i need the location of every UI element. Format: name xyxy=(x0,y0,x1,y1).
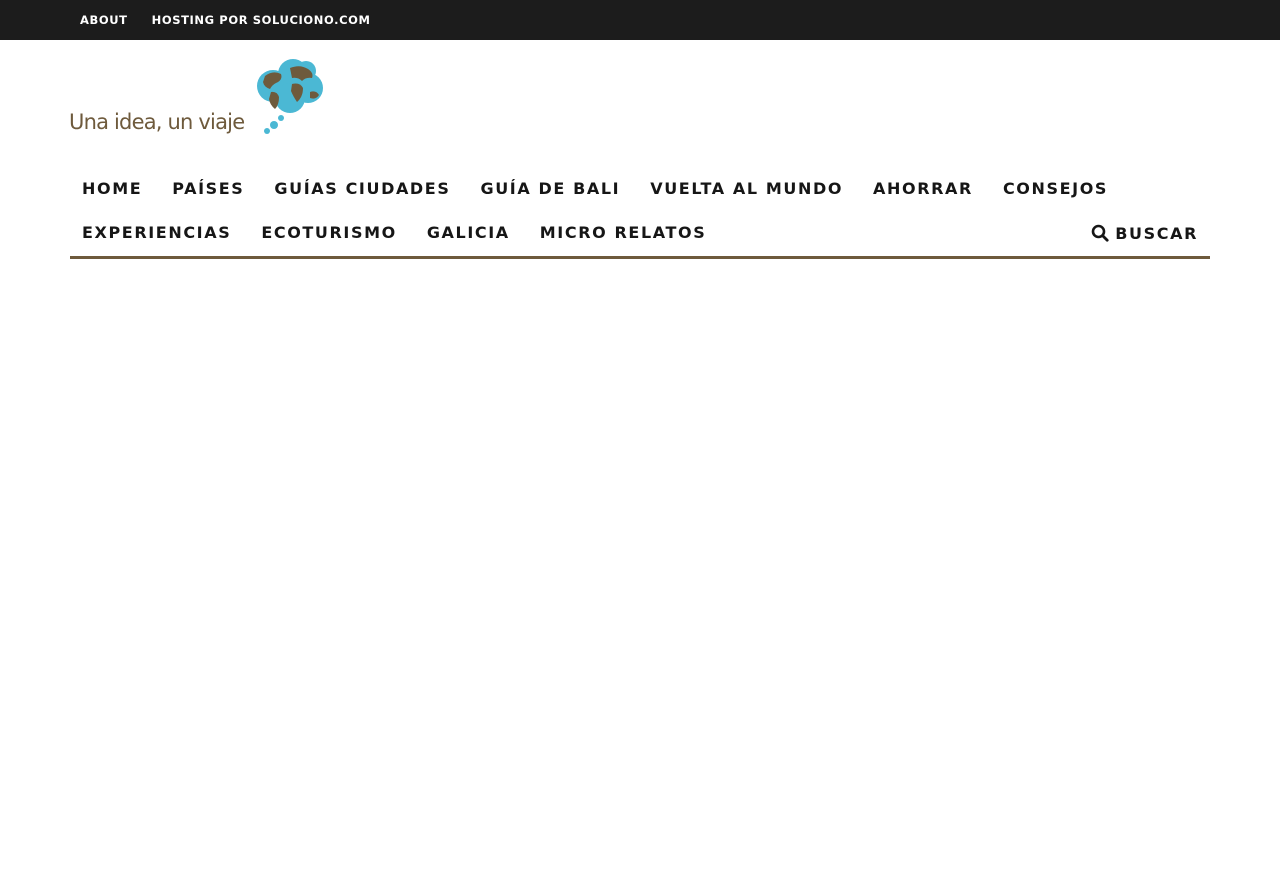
nav-item-consejos[interactable]: CONSEJOS xyxy=(991,167,1120,211)
logo-text: Una idea, un viaje xyxy=(69,110,245,134)
search-label: BUSCAR xyxy=(1115,223,1198,243)
nav-row-2: EXPERIENCIAS ECOTURISMO GALICIA MICRO RE… xyxy=(70,211,724,255)
nav-item-guia-de-bali[interactable]: GUÍA DE BALI xyxy=(468,167,632,211)
main-navigation: HOME PAÍSES GUÍAS CIUDADES GUÍA DE BALI … xyxy=(70,167,1210,256)
nav-item-ecoturismo[interactable]: ECOTURISMO xyxy=(249,211,409,255)
nav-item-vuelta-al-mundo[interactable]: VUELTA AL MUNDO xyxy=(638,167,855,211)
top-links: ABOUT HOSTING POR SOLUCIONO.COM xyxy=(80,0,395,40)
site-logo[interactable]: Una idea, un viaje xyxy=(68,58,328,146)
nav-item-home[interactable]: HOME xyxy=(70,167,154,211)
top-bar: ABOUT HOSTING POR SOLUCIONO.COM xyxy=(0,0,1280,40)
nav-item-ahorrar[interactable]: AHORRAR xyxy=(861,167,985,211)
search-icon xyxy=(1091,224,1109,242)
nav-item-micro-relatos[interactable]: MICRO RELATOS xyxy=(528,211,719,255)
nav-item-guias-ciudades[interactable]: GUÍAS CIUDADES xyxy=(262,167,462,211)
nav-item-paises[interactable]: PAÍSES xyxy=(160,167,256,211)
nav-item-galicia[interactable]: GALICIA xyxy=(415,211,522,255)
top-link-hosting[interactable]: HOSTING POR SOLUCIONO.COM xyxy=(152,13,371,27)
nav-item-experiencias[interactable]: EXPERIENCIAS xyxy=(70,211,243,255)
top-link-about[interactable]: ABOUT xyxy=(80,13,128,27)
search-button[interactable]: BUSCAR xyxy=(1091,211,1198,255)
nav-divider xyxy=(70,256,1210,259)
nav-row-1: HOME PAÍSES GUÍAS CIUDADES GUÍA DE BALI … xyxy=(70,167,1126,211)
